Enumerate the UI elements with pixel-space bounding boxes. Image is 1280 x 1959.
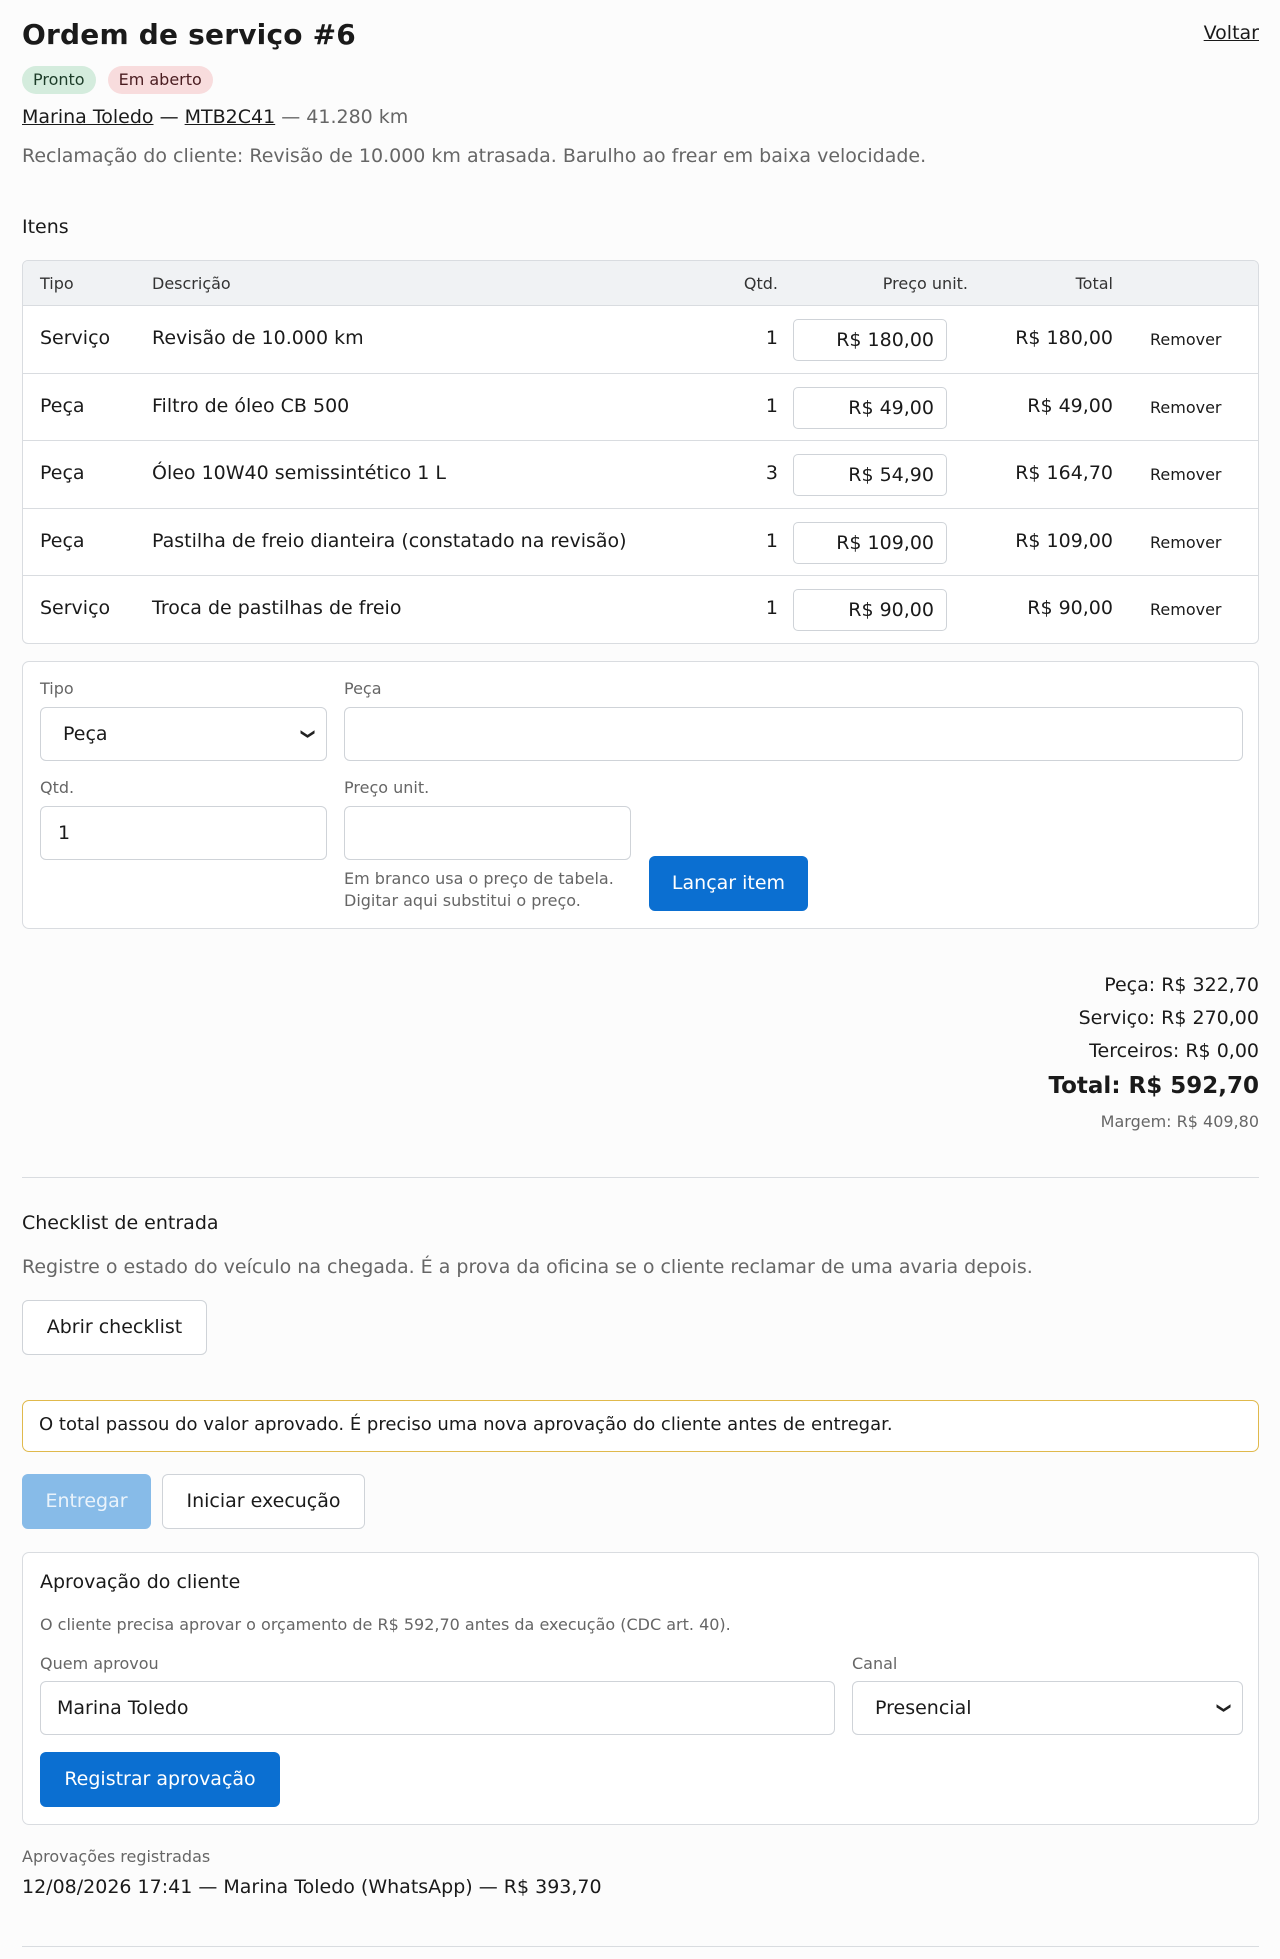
channel-select-value: Presencial (875, 1697, 972, 1719)
page-title: Ordem de serviço #6 (22, 18, 356, 51)
registered-approval-entry: 12/08/2026 17:41 — Marina Toledo (WhatsA… (22, 1876, 602, 1898)
divider (22, 1177, 1259, 1178)
table-row: Peça Pastilha de freio dianteira (consta… (23, 509, 1258, 576)
row-total: R$ 90,00 (1027, 597, 1113, 619)
vehicle-info: Marina Toledo — MTB2C41 — 41.280 km (22, 106, 408, 128)
table-row: Peça Óleo 10W40 semissintético 1 L 3 R$ … (23, 441, 1258, 509)
deliver-button[interactable]: Entregar (22, 1474, 151, 1529)
row-qty: 1 (765, 327, 778, 349)
type-select-value: Peça (63, 723, 108, 745)
price-hint-line: Digitar aqui substitui o preço. (344, 891, 581, 910)
status-badge: Pronto (22, 66, 96, 94)
qty-input[interactable]: 1 (40, 806, 327, 860)
qty-label: Qtd. (40, 778, 75, 797)
unit-price-input[interactable]: R$ 90,00 (793, 589, 947, 631)
plate-link[interactable]: MTB2C41 (185, 106, 276, 128)
row-description: Óleo 10W40 semissintético 1 L (152, 462, 446, 484)
summary-margin: Margem: R$ 409,80 (1100, 1112, 1259, 1131)
remove-button[interactable]: Remover (1150, 330, 1222, 349)
row-type: Serviço (40, 327, 111, 349)
row-qty: 1 (765, 597, 778, 619)
page-header: Ordem de serviço #6 Voltar (22, 18, 1259, 58)
header-unit-price: Preço unit. (882, 274, 968, 293)
divider (22, 1946, 1259, 1947)
customer-link[interactable]: Marina Toledo (22, 106, 154, 128)
add-item-button[interactable]: Lançar item (649, 856, 808, 911)
table-row: Serviço Revisão de 10.000 km 1 R$ 180,00… (23, 306, 1258, 374)
register-approval-button[interactable]: Registrar aprovação (40, 1752, 280, 1807)
table-row: Serviço Troca de pastilhas de freio 1 R$… (23, 576, 1258, 643)
table-header: Tipo Descrição Qtd. Preço unit. Total (23, 261, 1258, 306)
header-type: Tipo (40, 274, 74, 293)
type-select[interactable]: Peça ❯ (40, 707, 327, 761)
mileage: — 41.280 km (281, 106, 409, 128)
row-qty: 3 (765, 462, 778, 484)
add-item-form: Tipo Peça ❯ Peça Qtd. 1 Preço unit. Em b… (22, 661, 1259, 929)
summary-parts: Peça: R$ 322,70 (1104, 974, 1259, 996)
customer-complaint: Reclamação do cliente: Revisão de 10.000… (22, 145, 927, 167)
part-input[interactable] (344, 707, 1243, 761)
items-title: Itens (22, 216, 69, 238)
row-type: Serviço (40, 597, 111, 619)
header-qty: Qtd. (743, 274, 778, 293)
unit-price-input[interactable]: R$ 54,90 (793, 454, 947, 496)
row-qty: 1 (765, 529, 778, 552)
price-hint: Em branco usa o preço de tabela. Digitar… (344, 868, 614, 912)
checklist-title: Checklist de entrada (22, 1212, 219, 1234)
summary-third-party: Terceiros: R$ 0,00 (1089, 1040, 1259, 1062)
registered-approvals-label: Aprovações registradas (22, 1847, 211, 1866)
row-description: Filtro de óleo CB 500 (152, 394, 350, 417)
row-total: R$ 49,00 (1027, 394, 1113, 417)
status-badges: Pronto Em aberto (22, 66, 213, 94)
row-type: Peça (40, 394, 85, 417)
summary-total: Total: R$ 592,70 (1048, 1073, 1259, 1099)
channel-select[interactable]: Presencial ❯ (852, 1681, 1243, 1735)
channel-label: Canal (852, 1654, 898, 1673)
back-link[interactable]: Voltar (1204, 22, 1259, 44)
remove-button[interactable]: Remover (1150, 465, 1222, 484)
row-description: Pastilha de freio dianteira (constatado … (152, 529, 627, 552)
row-description: Troca de pastilhas de freio (152, 597, 402, 619)
start-execution-button[interactable]: Iniciar execução (162, 1474, 365, 1529)
separator: — (159, 106, 179, 128)
approver-label: Quem aprovou (40, 1654, 159, 1673)
row-description: Revisão de 10.000 km (152, 327, 364, 349)
row-total: R$ 164,70 (1015, 462, 1113, 484)
remove-button[interactable]: Remover (1150, 533, 1222, 552)
row-qty: 1 (765, 394, 778, 417)
table-row: Peça Filtro de óleo CB 500 1 R$ 49,00 R$… (23, 374, 1258, 441)
items-table: Tipo Descrição Qtd. Preço unit. Total Se… (22, 260, 1259, 644)
customer-approval-panel: Aprovação do cliente O cliente precisa a… (22, 1552, 1259, 1825)
unit-price-input[interactable]: R$ 49,00 (793, 386, 947, 429)
type-label: Tipo (40, 679, 74, 698)
chevron-down-icon: ❯ (300, 728, 317, 740)
approval-title: Aprovação do cliente (40, 1571, 241, 1593)
price-label: Preço unit. (344, 778, 430, 797)
payment-badge: Em aberto (107, 66, 213, 94)
checklist-description: Registre o estado do veículo na chegada.… (22, 1256, 1033, 1278)
approval-warning: O total passou do valor aprovado. É prec… (22, 1400, 1259, 1452)
header-total: Total (1075, 274, 1113, 293)
price-hint-line: Em branco usa o preço de tabela. (344, 869, 614, 888)
row-total: R$ 109,00 (1015, 529, 1113, 552)
row-type: Peça (40, 462, 85, 484)
summary-services: Serviço: R$ 270,00 (1078, 1007, 1259, 1029)
remove-button[interactable]: Remover (1150, 600, 1222, 619)
header-description: Descrição (152, 274, 231, 293)
row-total: R$ 180,00 (1015, 327, 1113, 349)
approver-input[interactable]: Marina Toledo (40, 1681, 835, 1735)
chevron-down-icon: ❯ (1216, 1702, 1233, 1714)
open-checklist-button[interactable]: Abrir checklist (22, 1300, 207, 1355)
row-type: Peça (40, 529, 85, 552)
part-label: Peça (344, 679, 382, 698)
approval-description: O cliente precisa aprovar o orçamento de… (40, 1615, 731, 1634)
remove-button[interactable]: Remover (1150, 398, 1222, 417)
price-input[interactable] (344, 806, 631, 860)
unit-price-input[interactable]: R$ 109,00 (793, 521, 947, 564)
unit-price-input[interactable]: R$ 180,00 (793, 319, 947, 361)
